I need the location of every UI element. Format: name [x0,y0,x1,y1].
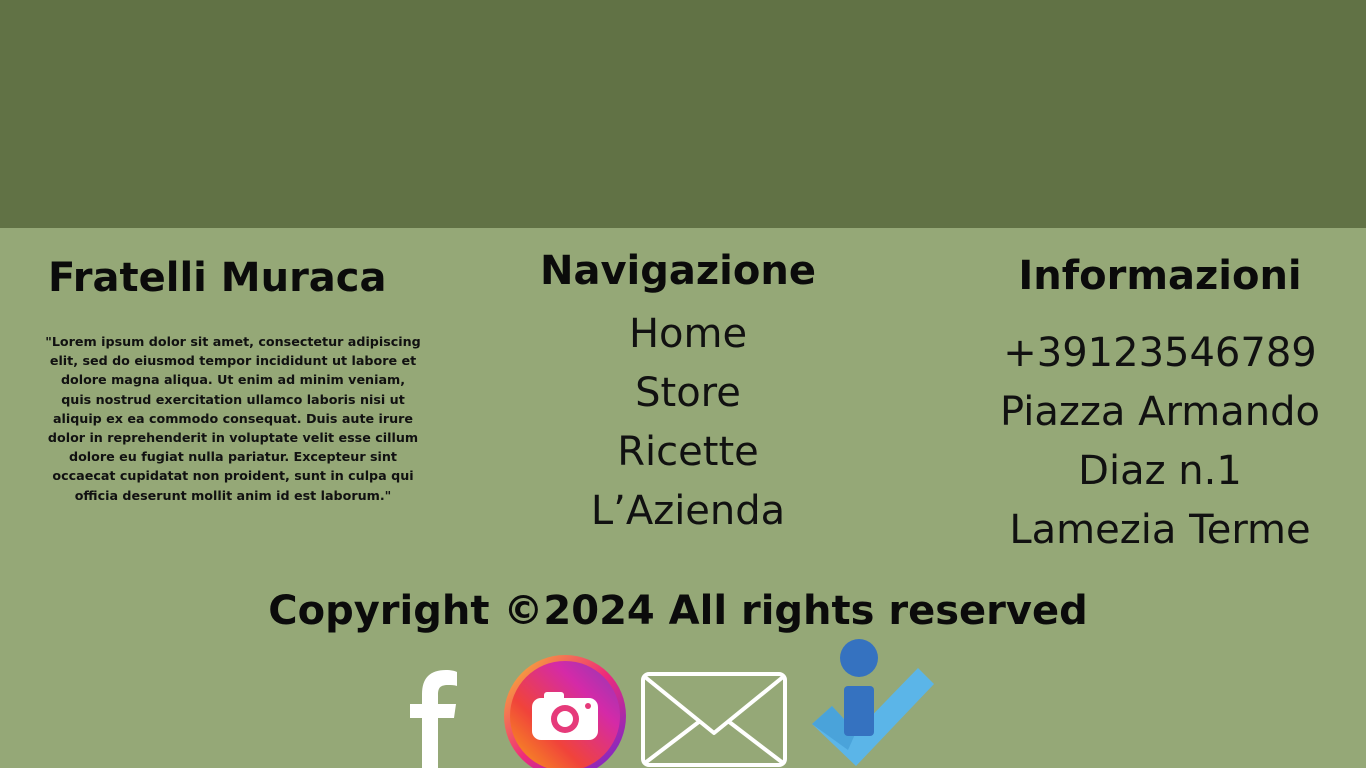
nav-link-store[interactable]: Store [635,370,741,416]
contact-info: +39123546789 Piazza Armando Diaz n.1 Lam… [990,324,1330,560]
nav-item-ricette: Ricette [538,423,838,482]
nav-item-azienda: L’Azienda [538,482,838,541]
site-footer: Fratelli Muraca "Lorem ipsum dolor sit a… [0,228,1366,768]
nav-item-home: Home [538,305,838,364]
address-line-1: Piazza Armando [1000,389,1320,435]
nav-link-home[interactable]: Home [629,311,747,357]
facebook-icon[interactable] [398,668,470,768]
page: Fratelli Muraca "Lorem ipsum dolor sit a… [0,0,1366,768]
top-banner [0,0,1366,228]
nav-item-store: Store [538,364,838,423]
nav-link-ricette[interactable]: Ricette [617,429,758,475]
address-line-2: Diaz n.1 [1078,448,1242,494]
copyright-text: Copyright ©2024 All rights reserved [268,588,1088,634]
phone-number: +39123546789 [1003,330,1317,376]
info-title: Informazioni [1018,253,1302,299]
address-city: Lamezia Terme [1009,507,1311,553]
info-icon[interactable] [808,638,936,768]
nav-link-azienda[interactable]: L’Azienda [591,488,785,534]
brand-description: "Lorem ipsum dolor sit amet, consectetur… [45,334,421,503]
mail-icon[interactable] [640,671,788,768]
instagram-icon[interactable] [502,654,628,768]
navigation-list: Home Store Ricette L’Azienda [538,305,838,541]
